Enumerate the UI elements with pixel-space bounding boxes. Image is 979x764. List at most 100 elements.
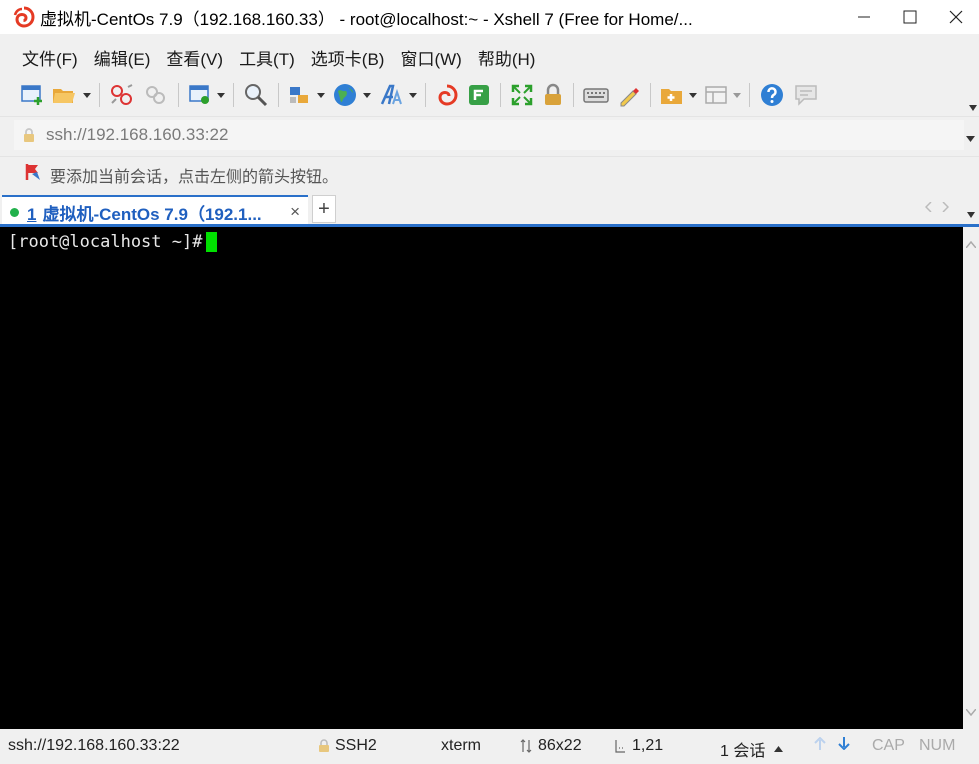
- tab-bar: 1 虚拟机-CentOs 7.9（192.1... × +: [0, 193, 979, 227]
- tab-title: 虚拟机-CentOs 7.9（192.1...: [42, 204, 262, 224]
- menu-view[interactable]: 查看(V): [158, 42, 231, 72]
- chevron-up-icon: [774, 746, 784, 752]
- properties-dropdown-icon[interactable]: [216, 80, 226, 110]
- scrollbar-thumb[interactable]: [965, 477, 977, 707]
- status-sessions[interactable]: 1 会话: [720, 737, 784, 761]
- shell-prompt: [root@localhost ~]#: [8, 232, 203, 252]
- new-tab-button[interactable]: +: [312, 195, 336, 223]
- status-upload-download: [814, 737, 850, 750]
- toolbar: [0, 76, 979, 114]
- toolbar-overflow-icon[interactable]: [969, 98, 977, 116]
- tab-scroll: [924, 201, 950, 215]
- close-window-button[interactable]: [933, 0, 979, 34]
- menu-help[interactable]: 帮助(H): [470, 42, 544, 72]
- session-hint-bar: 要添加当前会话，点击左侧的箭头按钮。: [0, 156, 979, 192]
- size-text: 86x22: [538, 737, 582, 754]
- transfer-icon[interactable]: [284, 80, 316, 110]
- menu-bar: 文件(F) 编辑(E) 查看(V) 工具(T) 选项卡(B) 窗口(W) 帮助(…: [0, 40, 979, 74]
- window-controls: [841, 0, 979, 34]
- globe-dropdown-icon[interactable]: [362, 80, 372, 110]
- xshell-logo-icon: [12, 5, 36, 29]
- status-bar: ssh://192.168.160.33:22 SSH2 xterm 86x22…: [0, 729, 979, 764]
- toolbar-divider: [650, 83, 651, 107]
- menu-window[interactable]: 窗口(W): [392, 42, 469, 72]
- tab-scroll-right-icon[interactable]: [942, 201, 950, 215]
- tab-session-1[interactable]: 1 虚拟机-CentOs 7.9（192.1... ×: [2, 195, 308, 227]
- font-icon[interactable]: [374, 80, 408, 110]
- find-icon[interactable]: [239, 80, 273, 110]
- lock-icon: [318, 739, 330, 753]
- lock-icon[interactable]: [538, 80, 568, 110]
- keyboard-icon[interactable]: [579, 80, 613, 110]
- toolbar-divider: [573, 83, 574, 107]
- open-folder-icon[interactable]: [48, 80, 82, 110]
- reconnect-icon[interactable]: [139, 80, 173, 110]
- lock-icon: [22, 127, 36, 143]
- connected-status-icon: [10, 207, 19, 217]
- toolbar-divider: [178, 83, 179, 107]
- tab-number: 1: [27, 204, 37, 224]
- toolbar-divider: [99, 83, 100, 107]
- tab-list-dropdown-icon[interactable]: [967, 205, 975, 223]
- open-dropdown-icon[interactable]: [82, 80, 92, 110]
- toolbar-divider: [425, 83, 426, 107]
- resize-icon: [520, 739, 532, 753]
- menu-tools[interactable]: 工具(T): [231, 42, 303, 72]
- fullscreen-icon[interactable]: [506, 80, 538, 110]
- address-field[interactable]: ssh://192.168.160.33:22: [14, 120, 964, 150]
- address-text: ssh://192.168.160.33:22: [46, 125, 229, 144]
- protocol-text: SSH2: [335, 737, 377, 754]
- address-dropdown-icon[interactable]: [966, 129, 975, 147]
- layout-icon[interactable]: [700, 80, 732, 110]
- menu-edit[interactable]: 编辑(E): [86, 42, 159, 72]
- help-icon[interactable]: [755, 80, 789, 110]
- globe-icon[interactable]: [328, 80, 362, 110]
- caps-lock-indicator: CAP: [872, 737, 905, 754]
- scroll-up-icon[interactable]: [965, 235, 977, 253]
- highlight-icon[interactable]: [613, 80, 645, 110]
- terminal-scrollbar[interactable]: [963, 227, 979, 729]
- xshell-icon[interactable]: [431, 80, 463, 110]
- bookmark-arrow-icon[interactable]: [24, 162, 44, 187]
- toolbar-divider: [233, 83, 234, 107]
- status-terminal-type: xterm: [441, 737, 481, 754]
- status-size: 86x22: [520, 737, 582, 755]
- compose-icon[interactable]: [656, 80, 688, 110]
- chat-icon[interactable]: [789, 80, 823, 110]
- menu-tab[interactable]: 选项卡(B): [303, 42, 393, 72]
- status-address: ssh://192.168.160.33:22: [8, 737, 180, 754]
- tab-label: 1 虚拟机-CentOs 7.9（192.1...: [27, 200, 262, 225]
- position-text: 1,21: [632, 737, 664, 754]
- toolbar-divider: [500, 83, 501, 107]
- tab-scroll-left-icon[interactable]: [924, 201, 932, 215]
- layout-dropdown-icon[interactable]: [732, 80, 742, 110]
- terminal-output[interactable]: [root@localhost ~]#: [0, 227, 963, 729]
- toolbar-divider: [749, 83, 750, 107]
- cursor-position-icon: [614, 739, 626, 753]
- menu-file[interactable]: 文件(F): [14, 42, 86, 72]
- status-cursor-position: 1,21: [614, 737, 663, 755]
- arrow-up-icon: [814, 737, 826, 750]
- session-hint-text: 要添加当前会话，点击左侧的箭头按钮。: [50, 168, 339, 186]
- xftp-icon[interactable]: [463, 80, 495, 110]
- transfer-dropdown-icon[interactable]: [316, 80, 326, 110]
- status-protocol: SSH2: [318, 737, 377, 755]
- shell-prompt-line: [root@localhost ~]#: [8, 232, 218, 252]
- disconnect-icon[interactable]: [105, 80, 139, 110]
- title-bar: 虚拟机-CentOs 7.9（192.168.160.33） - root@lo…: [0, 0, 979, 34]
- num-lock-indicator: NUM: [919, 737, 956, 754]
- toolbar-divider: [278, 83, 279, 107]
- tab-close-button[interactable]: ×: [290, 202, 300, 222]
- arrow-down-icon: [838, 737, 850, 750]
- new-session-icon[interactable]: [16, 80, 48, 110]
- address-bar: ssh://192.168.160.33:22: [0, 116, 979, 152]
- terminal-cursor: [206, 232, 218, 252]
- maximize-button[interactable]: [887, 0, 933, 34]
- sessions-text: 1 会话: [720, 743, 766, 760]
- font-dropdown-icon[interactable]: [408, 80, 418, 110]
- window-title: 虚拟机-CentOs 7.9（192.168.160.33） - root@lo…: [40, 9, 693, 29]
- scroll-down-icon[interactable]: [965, 703, 977, 721]
- compose-dropdown-icon[interactable]: [688, 80, 698, 110]
- session-properties-icon[interactable]: [184, 80, 216, 110]
- minimize-button[interactable]: [841, 0, 887, 34]
